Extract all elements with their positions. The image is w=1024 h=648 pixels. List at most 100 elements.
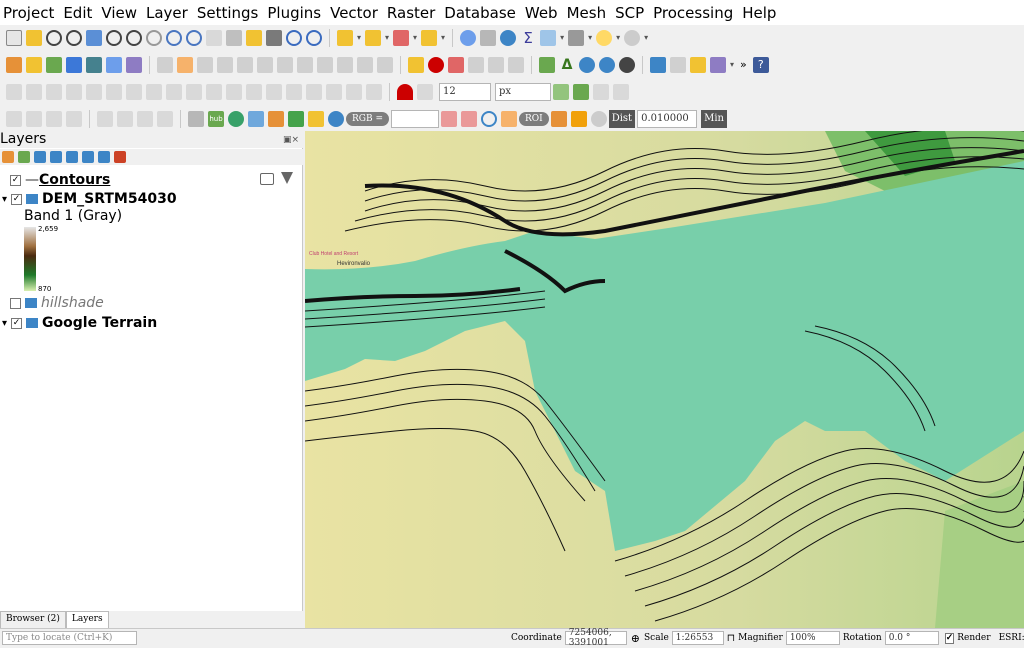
snapping-intersection-icon[interactable] bbox=[573, 83, 589, 100]
zoom-last-icon[interactable] bbox=[166, 29, 182, 46]
new-bookmark-icon[interactable] bbox=[246, 29, 262, 46]
expand-all-icon[interactable] bbox=[82, 151, 94, 163]
collapse-all-icon[interactable] bbox=[98, 151, 110, 163]
remove-layer-icon[interactable] bbox=[114, 151, 126, 163]
deselect-icon[interactable] bbox=[393, 29, 410, 46]
globe-search-icon[interactable] bbox=[599, 56, 615, 73]
menu-item-view[interactable]: View bbox=[101, 4, 137, 22]
offset-symbols-icon[interactable] bbox=[366, 83, 382, 100]
pan-to-selection-icon[interactable] bbox=[26, 29, 42, 46]
zoom-layer-icon[interactable] bbox=[126, 29, 142, 46]
menu-item-layer[interactable]: Layer bbox=[146, 4, 188, 22]
scp-histogram-icon[interactable] bbox=[308, 110, 324, 127]
menu-item-plugins[interactable]: Plugins bbox=[267, 4, 321, 22]
snapping-mode-icon[interactable] bbox=[417, 83, 433, 100]
add-wms-layer-icon[interactable] bbox=[106, 56, 122, 73]
menu-item-processing[interactable]: Processing bbox=[653, 4, 733, 22]
expression-filter-icon[interactable] bbox=[66, 151, 78, 163]
new-geopackage-icon[interactable] bbox=[26, 56, 42, 73]
delete-part-icon[interactable] bbox=[166, 83, 182, 100]
layer-row-hillshade[interactable]: hillshade bbox=[0, 293, 104, 313]
toggle-editing-icon[interactable] bbox=[177, 56, 193, 73]
snap-tolerance-input[interactable]: 12 bbox=[439, 82, 491, 101]
panel-close-icon[interactable]: ▣× bbox=[283, 135, 299, 145]
show-bookmarks-icon[interactable] bbox=[266, 29, 282, 46]
label-tool-icon[interactable] bbox=[408, 56, 424, 73]
add-vector-layer-icon[interactable] bbox=[46, 56, 62, 73]
chevron-down-icon[interactable]: ▾ bbox=[385, 33, 389, 42]
rotation-spinbox[interactable]: 0.0 ° bbox=[884, 631, 939, 645]
filter-icon[interactable] bbox=[50, 151, 62, 163]
vertex-tool-icon[interactable] bbox=[237, 56, 253, 73]
scp-add-roi-icon[interactable] bbox=[570, 110, 587, 127]
chevron-down-icon[interactable]: ▾ bbox=[357, 33, 361, 42]
label-highlight-icon[interactable] bbox=[448, 56, 464, 73]
scale-combo[interactable]: 1:26553 bbox=[671, 631, 724, 645]
label-rotate-icon[interactable] bbox=[488, 56, 504, 73]
merge-features-icon[interactable] bbox=[306, 83, 322, 100]
python-console-icon[interactable] bbox=[650, 56, 666, 73]
topological-editing-icon[interactable] bbox=[553, 83, 569, 100]
scp-band-calc-icon[interactable] bbox=[268, 110, 284, 127]
select-features-icon[interactable] bbox=[337, 29, 353, 46]
undo-icon[interactable] bbox=[357, 56, 373, 73]
zoom-next-icon[interactable] bbox=[186, 29, 202, 46]
layer-checkbox[interactable] bbox=[10, 297, 21, 309]
scp-zoom-icon[interactable] bbox=[328, 110, 344, 127]
text-annotation-icon[interactable] bbox=[26, 110, 42, 127]
save-edits-icon[interactable] bbox=[197, 56, 213, 73]
annotation-icon[interactable] bbox=[6, 110, 22, 127]
scp-dock-icon[interactable] bbox=[248, 110, 264, 127]
map-tips-icon[interactable] bbox=[596, 29, 613, 46]
chevron-down-icon[interactable]: ▾ bbox=[644, 33, 648, 42]
paste-features-icon[interactable] bbox=[337, 56, 353, 73]
layer-checkbox[interactable]: ✓ bbox=[11, 317, 23, 329]
layer-row-dem[interactable]: ▾ ✓ DEM_SRTM54030 bbox=[0, 189, 177, 209]
select-location-icon[interactable] bbox=[421, 29, 438, 46]
cut-features-icon[interactable] bbox=[297, 56, 313, 73]
scp-band-set-icon[interactable] bbox=[690, 56, 706, 73]
form-annotation-icon[interactable] bbox=[46, 110, 62, 127]
label-move-icon[interactable] bbox=[468, 56, 484, 73]
zoom-out-icon[interactable] bbox=[66, 29, 82, 46]
render-checkbox[interactable]: ✓ bbox=[944, 632, 955, 644]
label-change-icon[interactable] bbox=[508, 56, 524, 73]
layer-filter-icon[interactable] bbox=[137, 110, 153, 127]
temporal-controller-icon[interactable] bbox=[286, 29, 302, 46]
delete-selected-icon[interactable] bbox=[277, 56, 293, 73]
simplify-feature-icon[interactable] bbox=[66, 83, 82, 100]
menu-item-help[interactable]: Help bbox=[742, 4, 776, 22]
shield-icon[interactable] bbox=[188, 110, 204, 127]
shape-digitizing-icon[interactable] bbox=[26, 83, 42, 100]
menu-item-project[interactable]: Project bbox=[3, 4, 54, 22]
identify-icon[interactable] bbox=[460, 29, 477, 46]
scp-roi-icon[interactable] bbox=[500, 110, 517, 127]
collapse-arrow-icon[interactable]: ▾ bbox=[2, 318, 7, 329]
scp-stretch-std-icon[interactable] bbox=[460, 110, 477, 127]
advanced-digitizing-icon[interactable] bbox=[6, 83, 22, 100]
merge-attributes-icon[interactable] bbox=[326, 83, 342, 100]
add-group-icon[interactable] bbox=[18, 151, 30, 163]
layer-order-icon[interactable] bbox=[157, 110, 173, 127]
chevron-down-icon[interactable]: ▾ bbox=[588, 33, 592, 42]
snap-unit-select[interactable]: px bbox=[495, 82, 551, 101]
menu-item-web[interactable]: Web bbox=[525, 4, 558, 22]
settings-gear-icon[interactable] bbox=[624, 29, 641, 46]
tab-layers[interactable]: Layers bbox=[65, 611, 109, 628]
chevron-down-icon[interactable]: ▾ bbox=[730, 60, 734, 69]
add-raster-layer-icon[interactable] bbox=[66, 56, 82, 73]
processing-toolbox-icon[interactable] bbox=[500, 29, 517, 46]
trim-extend-icon[interactable] bbox=[246, 83, 262, 100]
redo-icon[interactable] bbox=[377, 56, 393, 73]
toolbar-overflow-icon[interactable]: » bbox=[740, 58, 747, 71]
qgis-hub-icon[interactable]: hub bbox=[208, 110, 224, 127]
add-mesh-layer-icon[interactable] bbox=[86, 56, 102, 73]
digitize-icon[interactable] bbox=[217, 56, 233, 73]
snapping-magnet-icon[interactable] bbox=[397, 83, 413, 100]
delete-ring-icon[interactable] bbox=[146, 83, 162, 100]
toggle-extents-icon[interactable]: ⊕ bbox=[631, 632, 640, 645]
magnifier-spinbox[interactable]: 100% bbox=[785, 631, 840, 645]
tab-browser[interactable]: Browser (2) bbox=[0, 611, 66, 628]
refresh-icon[interactable] bbox=[306, 29, 322, 46]
zoom-selection-icon[interactable] bbox=[106, 29, 122, 46]
